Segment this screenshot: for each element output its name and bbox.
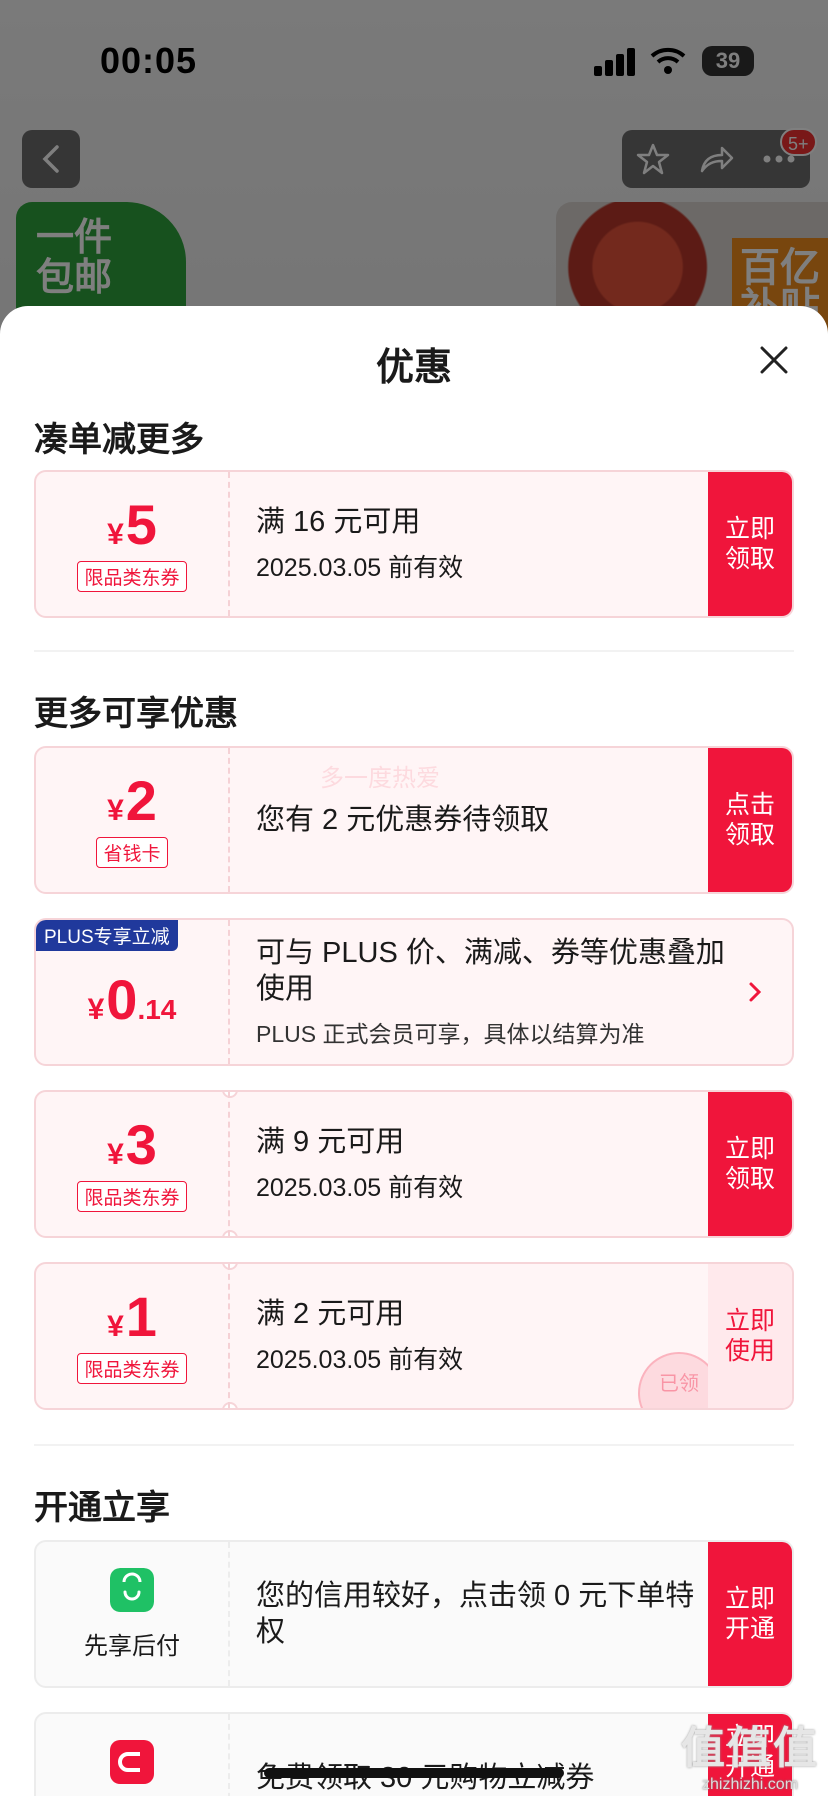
coupon-description: 您有 2 元优惠券待领取 (256, 804, 550, 836)
claim-button[interactable]: 立即 领取 (708, 472, 792, 616)
claim-button[interactable]: 点击 领取 (708, 748, 792, 892)
wallet-icon (110, 1740, 154, 1784)
coupon-amount: 2 (125, 768, 157, 832)
coupon-tag: 限品类东券 (77, 560, 187, 592)
chevron-right-icon (749, 982, 762, 1002)
service-card: 先享后付 您的信用较好，点击领 0 元下单特权 立即 开通 (34, 1540, 794, 1688)
service-label: 先享后付 (84, 1632, 180, 1660)
plus-discount-card[interactable]: PLUS专享立减 ¥0.14 可与 PLUS 价、满减、券等优惠叠加使用 PLU… (34, 918, 794, 1066)
coupon-amount: 0 (106, 968, 138, 1031)
divider (34, 650, 794, 652)
coupon-condition: 满 16 元可用 (256, 506, 421, 538)
coupon-card: ¥5 限品类东券 满 16 元可用 2025.03.05 前有效 立即 领取 (34, 470, 794, 618)
currency-symbol: ¥ (107, 1309, 124, 1343)
service-description: 您的信用较好，点击领 0 元下单特权 (256, 1580, 695, 1648)
sheet-title: 优惠 (375, 347, 452, 389)
plus-note: PLUS 正式会员可享，具体以结算为准 (256, 1021, 645, 1047)
coupon-amount: 3 (125, 1112, 157, 1176)
coupon-tag: 限品类东券 (77, 1180, 187, 1212)
claim-button[interactable]: 立即 领取 (708, 1092, 792, 1236)
coupon-tag: 限品类东券 (77, 1352, 187, 1384)
coupon-value: ¥5 限品类东券 (36, 472, 230, 616)
site-watermark-logo: 值值值 zhizhizhi.com (680, 1712, 820, 1794)
coupon-amount: 1 (125, 1284, 157, 1348)
coupon-condition: 满 2 元可用 (256, 1298, 405, 1330)
coupon-decimal: .14 (137, 994, 177, 1025)
section-title-more-offers: 更多可享优惠 (34, 695, 238, 733)
coupon-tag: 省钱卡 (96, 836, 168, 868)
plus-description: 可与 PLUS 价、满减、券等优惠叠加使用 (256, 937, 725, 1005)
watermark: 多一度热爱 (320, 765, 440, 792)
service-description: 免费领取 30 元购物立减券 (256, 1762, 595, 1794)
coupon-expiry: 2025.03.05 前有效 (256, 1174, 464, 1202)
home-indicator (264, 1768, 564, 1778)
currency-symbol: ¥ (87, 993, 105, 1026)
use-now-button[interactable]: 立即 使用 (708, 1264, 792, 1408)
coupon-card: ¥3 限品类东券 满 9 元可用 2025.03.05 前有效 立即 领取 (34, 1090, 794, 1238)
coupon-amount: 5 (125, 492, 157, 556)
close-icon[interactable] (754, 340, 794, 380)
logo-text: 值值值 (681, 1724, 819, 1773)
coupon-expiry: 2025.03.05 前有效 (256, 554, 464, 582)
coupon-condition: 满 9 元可用 (256, 1126, 405, 1158)
discount-sheet: 优惠 凑单减更多 ¥5 限品类东券 满 16 元可用 2025.03.05 前有… (0, 306, 828, 1796)
section-title-more-savings: 凑单减更多 (34, 421, 204, 459)
shopping-bag-icon (110, 1567, 154, 1612)
logo-url: zhizhizhi.com (701, 1776, 799, 1793)
activate-button[interactable]: 立即 开通 (708, 1542, 792, 1686)
coupon-card: ¥1 限品类东券 满 2 元可用 2025.03.05 前有效 已领 立即 使用 (34, 1262, 794, 1410)
currency-symbol: ¥ (107, 517, 124, 551)
currency-symbol: ¥ (107, 1137, 124, 1171)
section-title-activate: 开通立享 (34, 1489, 170, 1527)
currency-symbol: ¥ (107, 793, 124, 827)
divider (34, 1444, 794, 1446)
